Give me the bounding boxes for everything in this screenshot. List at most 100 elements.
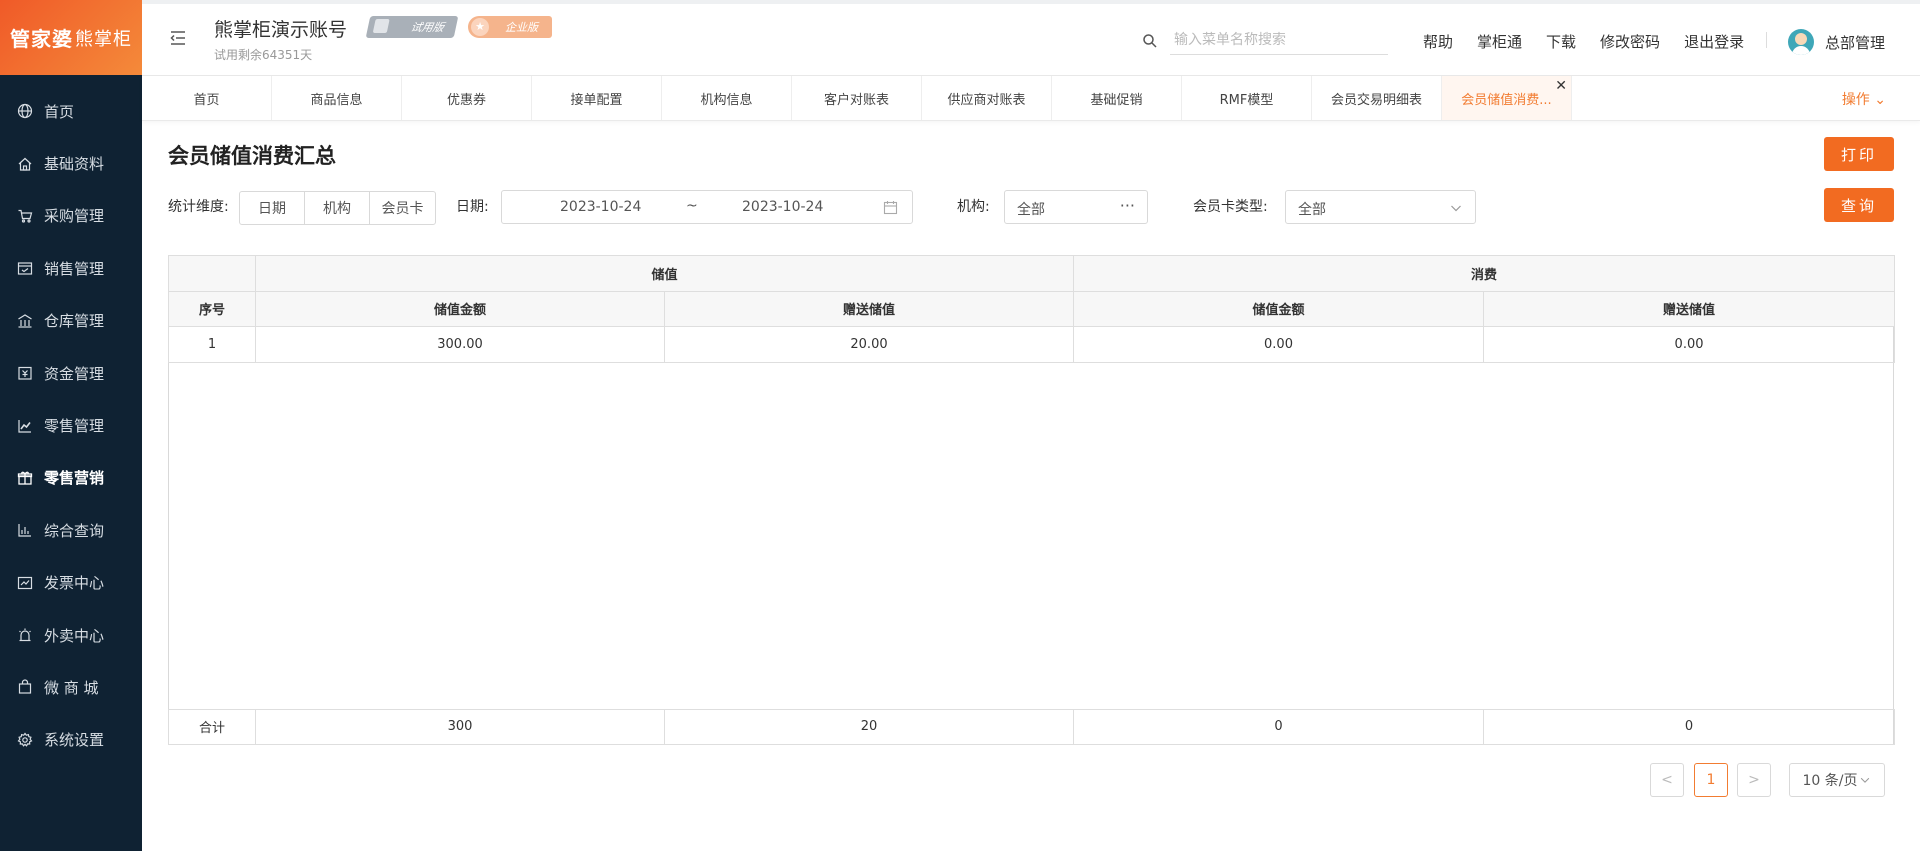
page-1-button[interactable]: 1	[1694, 763, 1728, 797]
sidebar-item-label: 零售管理	[44, 417, 105, 436]
tab-org-info[interactable]: 机构信息	[662, 76, 792, 120]
card-type-label: 会员卡类型:	[1193, 199, 1268, 215]
column-header[interactable]: 赠送储值	[663, 290, 1075, 327]
fund-icon	[17, 365, 33, 381]
tab-label: 客户对账表	[823, 92, 889, 108]
zhangguitong-link[interactable]: 掌柜通	[1477, 31, 1522, 52]
tab-label: 优惠券	[446, 92, 486, 108]
sidebar-item-sales[interactable]: 销售管理	[0, 242, 142, 294]
column-header[interactable]: 赠送储值	[1483, 290, 1896, 327]
date-label: 日期:	[456, 199, 489, 215]
table-cell: 1	[168, 326, 256, 363]
group-header-consume: 消费	[1073, 255, 1896, 292]
sidebar-item-basic-data[interactable]: 基础资料	[0, 137, 142, 189]
sidebar-item-label: 零售营销	[44, 469, 105, 488]
sidebar-item-settings[interactable]: 系统设置	[0, 714, 142, 766]
dimension-org-button[interactable]: 机构	[305, 192, 370, 224]
tab-basic-promotion[interactable]: 基础促销	[1052, 76, 1182, 120]
more-icon[interactable]: ···	[1120, 196, 1135, 215]
sidebar-item-home[interactable]: 首页	[0, 85, 142, 137]
sidebar: 管家婆 熊掌柜 首页 基础资料 采购管理 销售管理 仓库管理 资金管理 零售管理…	[0, 0, 142, 851]
tab-member-stored-value[interactable]: 会员储值消费... ✕	[1442, 76, 1572, 120]
dimension-date-button[interactable]: 日期	[240, 192, 305, 224]
query-button[interactable]: 查询	[1824, 188, 1894, 222]
tab-order-config[interactable]: 接单配置	[532, 76, 662, 120]
sidebar-nav: 首页 基础资料 采购管理 销售管理 仓库管理 资金管理 零售管理 零售营销 综合…	[0, 75, 142, 766]
date-range-picker[interactable]: 2023-10-24 ~ 2023-10-24	[501, 190, 913, 224]
sidebar-item-query[interactable]: 综合查询	[0, 504, 142, 556]
tab-member-transactions[interactable]: 会员交易明细表	[1312, 76, 1442, 120]
column-header[interactable]: 序号	[168, 290, 256, 327]
tab-supplier-statement[interactable]: 供应商对账表	[922, 76, 1052, 120]
prev-page-button[interactable]: <	[1650, 763, 1684, 797]
calendar-icon[interactable]	[883, 200, 898, 215]
total-cell: 0	[1073, 708, 1484, 745]
column-header[interactable]: 储值金额	[255, 290, 665, 327]
close-icon[interactable]: ✕	[1555, 79, 1567, 93]
total-cell: 0	[1483, 708, 1895, 745]
sidebar-item-purchase[interactable]: 采购管理	[0, 190, 142, 242]
sidebar-item-label: 采购管理	[44, 207, 105, 226]
group-header-stored: 储值	[254, 255, 1075, 292]
bar-chart-icon	[17, 522, 33, 538]
gift-icon	[17, 470, 33, 486]
table-cell: 0.00	[1073, 326, 1485, 363]
sidebar-item-label: 销售管理	[44, 259, 105, 278]
search-icon[interactable]	[1142, 33, 1158, 49]
next-page-button[interactable]: >	[1737, 763, 1771, 797]
sidebar-item-label: 综合查询	[44, 521, 105, 540]
column-header[interactable]: 储值金额	[1073, 290, 1485, 327]
tab-coupon[interactable]: 优惠券	[402, 76, 532, 120]
tab-customer-statement[interactable]: 客户对账表	[792, 76, 922, 120]
sidebar-item-invoice[interactable]: 发票中心	[0, 557, 142, 609]
tab-label: 首页	[193, 92, 220, 108]
download-link[interactable]: 下载	[1546, 31, 1576, 52]
user-name[interactable]: 总部管理	[1825, 32, 1885, 53]
alarm-icon	[17, 627, 33, 643]
avatar[interactable]	[1788, 29, 1814, 55]
page-size-select[interactable]: 10 条/页	[1789, 763, 1885, 797]
tab-label: 接单配置	[570, 92, 623, 108]
tab-product-info[interactable]: 商品信息	[272, 76, 402, 120]
print-button[interactable]: 打印	[1824, 137, 1894, 171]
sidebar-item-delivery[interactable]: 外卖中心	[0, 609, 142, 661]
dimension-segmented-control: 日期 机构 会员卡	[239, 191, 436, 225]
tab-actions-dropdown[interactable]: 操作 ⌄	[1842, 89, 1886, 109]
total-cell: 合计	[168, 708, 256, 745]
bag-icon	[17, 679, 33, 695]
sidebar-item-retail-marketing[interactable]: 零售营销	[0, 452, 142, 504]
warehouse-icon	[17, 313, 33, 329]
logout-link[interactable]: 退出登录	[1684, 31, 1744, 52]
cart-icon	[17, 208, 33, 224]
invoice-icon	[17, 575, 33, 591]
chart-icon	[17, 418, 33, 434]
sidebar-item-retail[interactable]: 零售管理	[0, 399, 142, 451]
card-type-select[interactable]: 全部	[1285, 190, 1476, 224]
group-header-row: 储值 消费	[168, 255, 1896, 292]
logo-sub: 熊掌柜	[75, 28, 132, 50]
menu-search-input[interactable]	[1170, 25, 1388, 55]
tab-label: 会员储值消费...	[1461, 92, 1552, 108]
tab-label: 基础促销	[1090, 92, 1143, 108]
help-link[interactable]: 帮助	[1423, 31, 1453, 52]
date-end[interactable]: 2023-10-24	[742, 199, 823, 215]
sidebar-item-label: 系统设置	[44, 731, 105, 750]
brand-logo[interactable]: 管家婆 熊掌柜	[0, 0, 142, 75]
menu-collapse-icon[interactable]	[168, 28, 188, 48]
header-divider	[1766, 32, 1767, 48]
total-row: 合计 300 20 0 0	[168, 708, 1895, 745]
sidebar-item-mall[interactable]: 微 商 城	[0, 661, 142, 713]
tab-home[interactable]: 首页	[142, 76, 272, 120]
sidebar-item-warehouse[interactable]: 仓库管理	[0, 295, 142, 347]
org-select[interactable]: 全部 ···	[1004, 190, 1148, 224]
total-cell: 300	[255, 708, 665, 745]
table-row[interactable]: 1 300.00 20.00 0.00 0.00	[168, 326, 1896, 363]
sidebar-item-fund[interactable]: 资金管理	[0, 347, 142, 399]
table-cell: 300.00	[255, 326, 665, 363]
org-label: 机构:	[957, 199, 990, 215]
dimension-card-button[interactable]: 会员卡	[370, 192, 435, 224]
account-name: 熊掌柜演示账号	[214, 19, 348, 41]
tab-rmf-model[interactable]: RMF模型	[1182, 76, 1312, 120]
date-start[interactable]: 2023-10-24	[560, 199, 641, 215]
change-password-link[interactable]: 修改密码	[1600, 31, 1660, 52]
